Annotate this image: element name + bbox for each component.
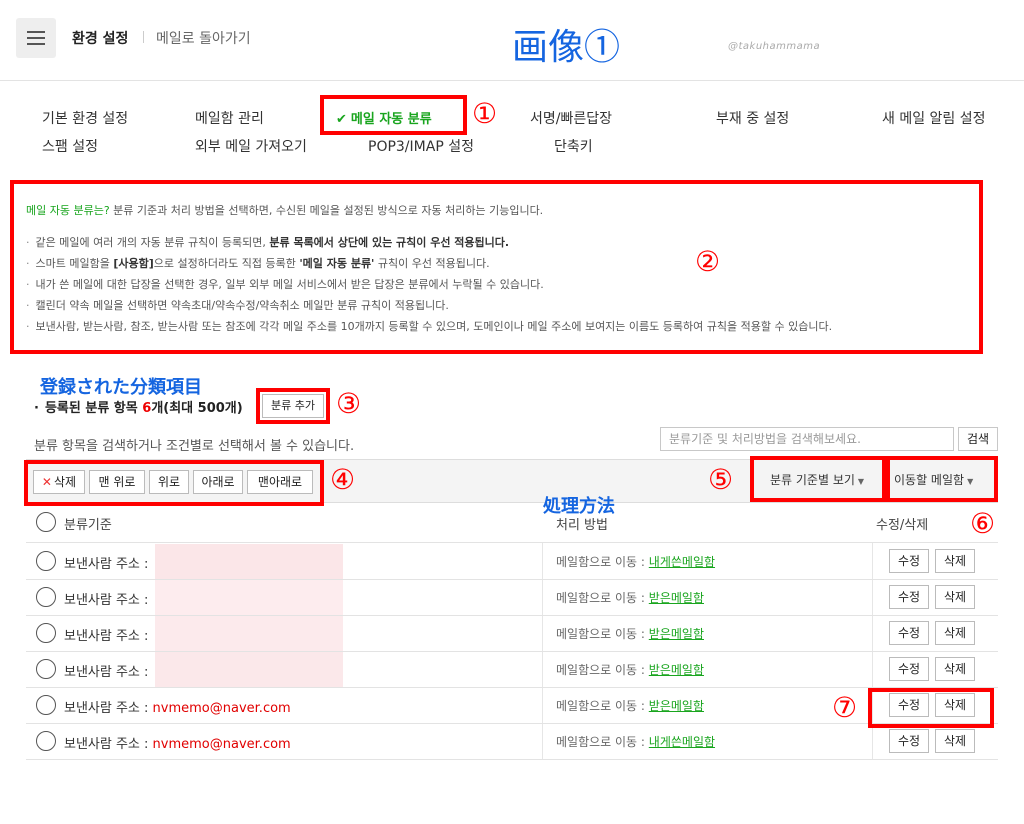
column-action: 처리 방법: [556, 518, 608, 533]
row-checkbox[interactable]: [36, 587, 56, 607]
rule-search-input[interactable]: [660, 427, 954, 451]
delete-rule-button[interactable]: 삭제: [935, 549, 975, 573]
delete-rule-button[interactable]: 삭제: [935, 585, 975, 609]
row-checkbox[interactable]: [36, 731, 56, 751]
select-all-checkbox[interactable]: [36, 512, 56, 532]
annotation-circle-1: ①: [472, 97, 498, 130]
info-lead-highlight: 메일 자동 분류는?: [26, 204, 110, 217]
edit-rule-button[interactable]: 수정: [889, 729, 929, 753]
sender-email: nvmemo@naver.com: [152, 737, 291, 752]
table-row-action: 메일함으로 이동 : 받은메일함: [556, 663, 704, 677]
tab-basic-settings[interactable]: 기본 환경 설정: [42, 108, 128, 128]
edit-rule-button[interactable]: 수정: [889, 621, 929, 645]
table-row-action: 메일함으로 이동 : 내게쓴메일함: [556, 555, 716, 569]
tab-spam-settings[interactable]: 스팸 설정: [42, 136, 98, 156]
info-bullet-5: 보낸사람, 받는사람, 참조, 받는사람 또는 참조에 각각 메일 주소를 10…: [26, 316, 833, 337]
delete-rule-button[interactable]: 삭제: [935, 621, 975, 645]
info-bullet-4: 캘린더 약속 메일을 선택하면 약속초대/약속수정/약속취소 메일만 분류 규칙…: [26, 295, 832, 316]
page-title: 환경 설정: [72, 31, 129, 47]
tab-shortcuts[interactable]: 단축키: [554, 136, 593, 156]
table-row-action: 메일함으로 이동 : 내게쓴메일함: [556, 735, 716, 749]
annotation-box-4: [24, 460, 324, 506]
edit-rule-button[interactable]: 수정: [889, 585, 929, 609]
redacted-email: [155, 580, 343, 615]
target-folder-link[interactable]: 받은메일함: [649, 663, 704, 677]
edit-rule-button[interactable]: 수정: [889, 549, 929, 573]
row-checkbox[interactable]: [36, 695, 56, 715]
annotation-box-6: [886, 456, 998, 502]
table-row-criteria: 보낸사람 주소 :: [64, 557, 149, 572]
table-row-criteria: 보낸사람 주소 : nvmemo@naver.com: [64, 701, 291, 716]
annotation-box-7: [868, 688, 994, 728]
annotation-circle-7: ⑦: [832, 691, 858, 724]
target-folder-link[interactable]: 내게쓴메일함: [649, 735, 715, 749]
table-row-divider: [26, 687, 998, 688]
table-row-action: 메일함으로 이동 : 받은메일함: [556, 627, 704, 641]
edit-rule-button[interactable]: 수정: [889, 657, 929, 681]
header-divider: [0, 80, 1024, 81]
row-checkbox[interactable]: [36, 623, 56, 643]
annotation-circle-3: ③: [336, 387, 362, 420]
row-checkbox[interactable]: [36, 659, 56, 679]
table-row-criteria: 보낸사람 주소 :: [64, 665, 149, 680]
tab-away-settings[interactable]: 부재 중 설정: [716, 108, 789, 128]
search-button[interactable]: 검색: [958, 427, 998, 451]
table-row-divider: [26, 759, 998, 760]
tab-mailbox-manage[interactable]: 메일함 관리: [195, 108, 264, 128]
delete-rule-button[interactable]: 삭제: [935, 657, 975, 681]
table-row-action: 메일함으로 이동 : 받은메일함: [556, 591, 704, 605]
annotation-box-5: [750, 456, 886, 502]
redacted-email: [155, 652, 343, 687]
annotation-box-1: [320, 95, 467, 135]
redacted-email: [155, 544, 343, 579]
tab-pop3-imap[interactable]: POP3/IMAP 설정: [368, 136, 474, 156]
tab-new-mail-alert[interactable]: 새 메일 알림 설정: [882, 108, 986, 128]
info-lead-text: 분류 기준과 처리 방법을 선택하면, 수신된 메일을 설정된 방식으로 자동 …: [109, 204, 544, 217]
tab-signature-reply[interactable]: 서명/빠른답장: [530, 108, 612, 128]
title-divider: [143, 31, 144, 43]
tab-import-external[interactable]: 외부 메일 가져오기: [195, 136, 307, 156]
annotation-registered-note: 登録された分類項目: [40, 377, 202, 398]
table-row-criteria: 보낸사람 주소 :: [64, 629, 149, 644]
annotation-circle-5: ⑤: [708, 463, 734, 496]
info-lead: 메일 자동 분류는? 분류 기준과 처리 방법을 선택하면, 수신된 메일을 설…: [26, 202, 543, 218]
column-criteria: 분류기준: [64, 518, 112, 533]
delete-rule-button[interactable]: 삭제: [935, 729, 975, 753]
table-row-criteria: 보낸사람 주소 : nvmemo@naver.com: [64, 737, 291, 752]
row-checkbox[interactable]: [36, 551, 56, 571]
target-folder-link[interactable]: 받은메일함: [649, 627, 704, 641]
annotation-circle-6: ⑥: [970, 507, 996, 540]
target-folder-link[interactable]: 내게쓴메일함: [649, 555, 715, 569]
menu-button[interactable]: [16, 18, 56, 58]
annotation-box-3: [256, 388, 330, 424]
annotation-circle-2: ②: [695, 245, 721, 278]
back-to-mail-link[interactable]: 메일로 돌아가기: [156, 28, 251, 48]
table-row-criteria: 보낸사람 주소 :: [64, 593, 149, 608]
sender-email: nvmemo@naver.com: [152, 701, 291, 716]
registered-title: · 등록된 분류 항목 6개(최대 500개): [34, 401, 243, 416]
target-folder-link[interactable]: 받은메일함: [649, 699, 704, 713]
table-header-divider: [26, 542, 998, 543]
redacted-email: [155, 616, 343, 651]
annotation-title: 画像①: [512, 27, 621, 68]
column-edit-delete: 수정/삭제: [876, 518, 929, 533]
annotation-circle-4: ④: [330, 463, 356, 496]
watermark: @takuhammama: [728, 41, 821, 52]
registered-description: 분류 항목을 검색하거나 조건별로 선택해서 볼 수 있습니다.: [34, 439, 355, 454]
table-row-action: 메일함으로 이동 : 받은메일함: [556, 699, 704, 713]
registered-count: 6: [142, 401, 152, 416]
target-folder-link[interactable]: 받은메일함: [649, 591, 704, 605]
